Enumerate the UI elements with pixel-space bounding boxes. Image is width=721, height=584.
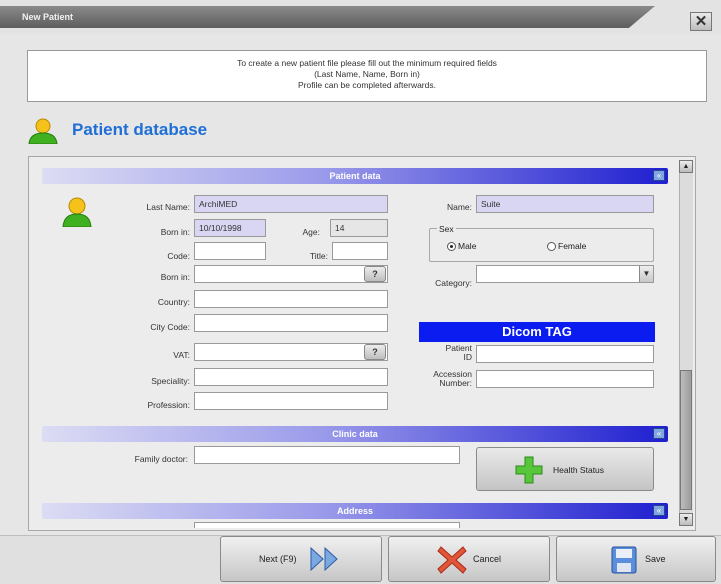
vat-field[interactable] xyxy=(194,343,388,361)
cancel-button-label: Cancel xyxy=(473,554,502,564)
next-button[interactable]: Next (F9) xyxy=(220,536,382,582)
info-line-2: (Last Name, Name, Born in) xyxy=(314,69,420,79)
last-name-label: Last Name: xyxy=(146,202,190,212)
age-field: 14 xyxy=(330,219,388,237)
vat-help-button[interactable]: ? xyxy=(364,344,386,360)
patient-avatar-icon xyxy=(62,197,92,229)
last-name-field[interactable]: ArchiMED xyxy=(194,195,388,213)
born-place-help-button[interactable]: ? xyxy=(364,266,386,282)
sex-group-label: Sex xyxy=(437,224,456,234)
save-button[interactable]: Save xyxy=(556,536,716,582)
scroll-up-button[interactable]: ▲ xyxy=(679,160,693,173)
city-code-label: City Code: xyxy=(150,322,190,332)
section-header-clinic-data: Clinic data xyxy=(42,426,668,442)
page-title: Patient database xyxy=(72,120,208,139)
accession-number-label: Accession Number: xyxy=(410,370,472,388)
title-label: Title: xyxy=(309,251,328,261)
close-button[interactable]: ✕ xyxy=(690,12,712,31)
speciality-field[interactable] xyxy=(194,368,388,386)
sex-female-label[interactable]: Female xyxy=(558,241,586,251)
plus-icon xyxy=(515,456,543,486)
category-select[interactable]: ▼ xyxy=(476,265,654,283)
born-date-label: Born in: xyxy=(160,227,190,237)
accession-number-field[interactable] xyxy=(476,370,654,388)
born-place-field[interactable] xyxy=(194,265,388,283)
chevron-down-icon[interactable]: ▼ xyxy=(639,266,653,282)
patient-id-label: Patient ID xyxy=(420,344,472,362)
section-header-patient-data: Patient data xyxy=(42,168,668,184)
family-doctor-field[interactable] xyxy=(194,446,460,464)
name-label: Name: xyxy=(446,202,472,212)
save-button-label: Save xyxy=(645,554,666,564)
age-label: Age: xyxy=(302,227,321,237)
user-icon xyxy=(28,118,58,146)
speciality-label: Speciality: xyxy=(151,376,190,386)
collapse-address-button[interactable]: « xyxy=(653,505,665,516)
code-field[interactable] xyxy=(194,242,266,260)
profession-field[interactable] xyxy=(194,392,388,410)
sex-male-label[interactable]: Male xyxy=(458,241,476,251)
vat-label: VAT: xyxy=(173,350,190,360)
window-title: New Patient xyxy=(22,12,74,22)
title-field[interactable] xyxy=(332,242,388,260)
health-status-button[interactable]: Health Status xyxy=(476,447,654,491)
scroll-down-button[interactable]: ▼ xyxy=(679,513,693,526)
double-arrow-icon xyxy=(309,545,343,575)
address-field-partial[interactable] xyxy=(194,522,460,528)
sex-male-radio[interactable] xyxy=(447,242,456,251)
health-status-label: Health Status xyxy=(553,465,605,475)
info-line-1: To create a new patient file please fill… xyxy=(237,58,497,68)
sex-female-radio[interactable] xyxy=(547,242,556,251)
country-label: Country: xyxy=(157,297,190,307)
section-title: Patient data xyxy=(329,171,381,181)
name-field[interactable]: Suite xyxy=(476,195,654,213)
category-label: Category: xyxy=(435,278,472,288)
section-title: Clinic data xyxy=(332,429,378,439)
cancel-button[interactable]: Cancel xyxy=(388,536,550,582)
city-code-field[interactable] xyxy=(194,314,388,332)
next-button-label: Next (F9) xyxy=(259,554,297,564)
dicom-tag-header: Dicom TAG xyxy=(419,322,655,342)
title-tab xyxy=(0,6,655,28)
code-label: Code: xyxy=(167,251,190,261)
section-title: Address xyxy=(336,506,373,516)
family-doctor-label: Family doctor: xyxy=(134,454,188,464)
patient-id-label-line-2: ID xyxy=(463,352,473,362)
section-header-address: Address xyxy=(42,503,668,519)
scrollbar-thumb[interactable] xyxy=(680,370,692,510)
close-x-icon xyxy=(437,545,467,577)
info-message: To create a new patient file please fill… xyxy=(27,50,707,102)
info-line-3: Profile can be completed afterwards. xyxy=(298,80,436,90)
collapse-patient-data-button[interactable]: « xyxy=(653,170,665,181)
country-field[interactable] xyxy=(194,290,388,308)
accession-label-line-2: Number: xyxy=(439,378,472,388)
profession-label: Profession: xyxy=(147,400,190,410)
floppy-disk-icon xyxy=(611,546,637,576)
born-place-label: Born in: xyxy=(160,272,190,282)
born-date-field[interactable]: 10/10/1998 xyxy=(194,219,266,237)
collapse-clinic-data-button[interactable]: « xyxy=(653,428,665,439)
patient-id-field[interactable] xyxy=(476,345,654,363)
